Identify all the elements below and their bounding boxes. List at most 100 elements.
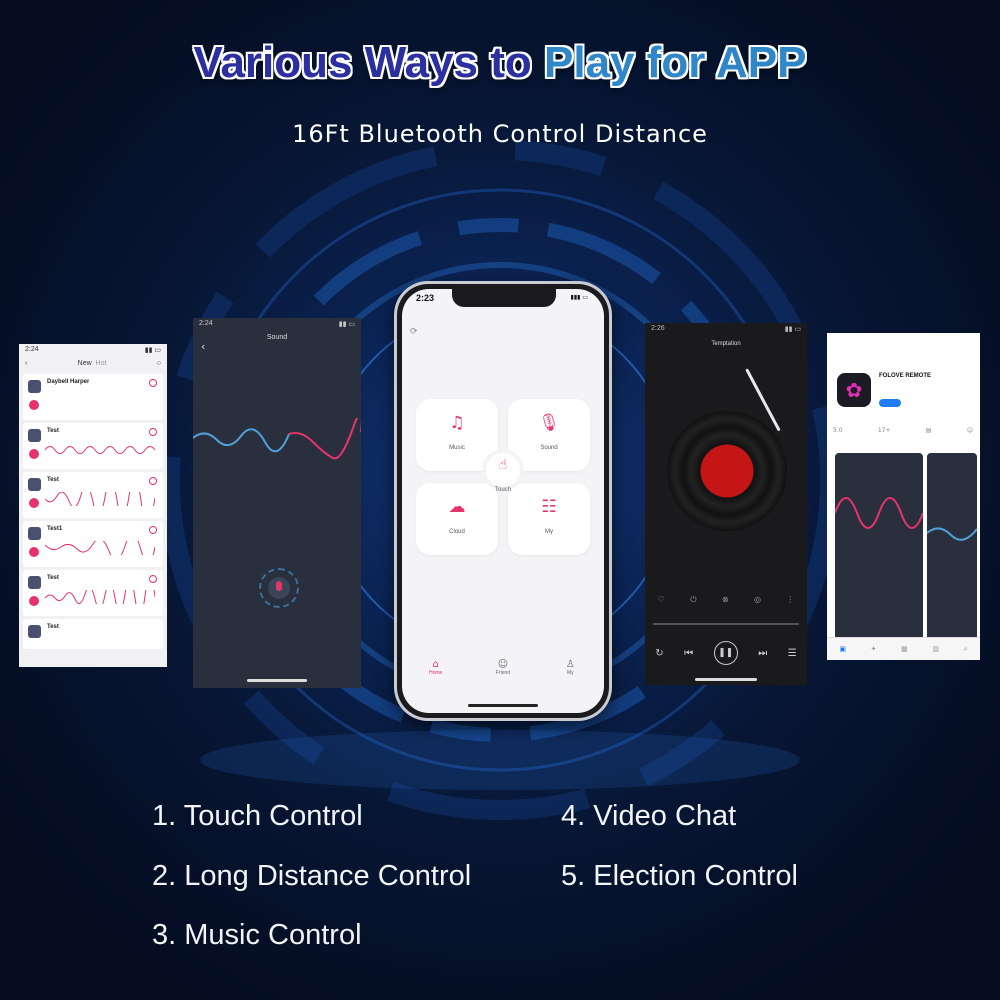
friend-icon: ☺ [497,659,509,670]
profile-icon: ♙ [565,659,575,670]
tile-label: My [545,529,553,535]
playlist-icon[interactable]: ☰ [788,648,797,659]
back-icon[interactable]: ‹ [25,360,27,367]
list-item[interactable]: Test [23,619,163,649]
music-note-icon: ♫ [449,413,465,433]
like-icon[interactable] [149,477,157,485]
chart-icon: ▤ [925,427,932,434]
more-icon[interactable]: ⋮ [786,595,794,605]
today-icon[interactable]: ▣ [839,645,846,653]
pause-button[interactable]: ❚❚ [713,641,738,665]
progress-bar[interactable] [653,623,799,625]
item-name: Daybell Harper [47,379,90,385]
refresh-icon[interactable]: ⟳ [410,327,418,337]
search-icon[interactable]: ⌕ [964,645,968,654]
phone-screen: 2:23 ▮▮▮ ▭ ⟳ ♫ Music 🎙 Sound ☁ Cloud ☷ M… [402,289,604,713]
sliders-icon: ☷ [541,497,557,517]
home-indicator [695,678,757,681]
comment-icon[interactable]: ◎ [754,595,761,605]
touch-button[interactable]: ☝ Touch [486,453,520,493]
signal-icon: ▮▮ ▭ [784,326,801,333]
list-item[interactable]: Test [23,570,163,616]
waveform-icon [45,492,155,506]
arcade-icon[interactable]: ▥ [932,645,939,653]
waveform-icon [45,590,155,604]
pattern-icon [28,527,41,540]
action-row: ♡ ⏻ ⊗ ◎ ⋮ [645,595,807,605]
tile-label: Sound [540,445,558,451]
tab-new[interactable]: New [78,360,92,367]
waveform-icon [45,541,155,555]
play-icon[interactable] [29,596,39,606]
headline: Various Ways to Play for APP [0,38,1000,88]
waveform-icon [927,527,977,541]
subheadline: 16Ft Bluetooth Control Distance [292,120,708,148]
get-button[interactable] [879,399,901,407]
like-icon[interactable] [149,379,157,387]
feature-item: 1. Touch Control [152,800,363,832]
main-phone: 2:23 ▮▮▮ ▭ ⟳ ♫ Music 🎙 Sound ☁ Cloud ☷ M… [394,281,612,721]
heart-icon[interactable]: ♡ [658,595,665,605]
pattern-icon [28,625,41,638]
sound-waveform [193,418,361,460]
home-indicator [468,704,538,707]
app-flower-icon: ✿ [837,373,871,407]
previous-icon[interactable]: ⏮ [684,648,693,659]
song-title: Temptation [711,341,741,347]
mode-icon[interactable]: ⊗ [722,595,729,605]
developer-icon: ☺ [966,427,973,434]
play-icon[interactable] [29,498,39,508]
microphone-button[interactable] [259,568,299,608]
repeat-icon[interactable]: ↻ [655,648,663,659]
touch-hand-icon: ☝ [498,457,508,473]
play-icon[interactable] [29,400,39,410]
signal-icon: ▮▮ ▭ [338,321,355,328]
games-icon[interactable]: ✦ [871,645,877,653]
like-icon[interactable] [149,428,157,436]
like-icon[interactable] [149,526,157,534]
play-icon[interactable] [29,547,39,557]
app-screenshot [835,453,923,643]
headline-part-1: Various Ways to [193,38,545,87]
tab-my[interactable]: ♙ My [545,659,595,699]
tile-cloud[interactable]: ☁ Cloud [416,483,498,555]
search-icon[interactable]: ○ [157,360,161,367]
status-time: 2:24 [199,320,213,327]
microphone-icon: 🎙 [538,413,560,433]
tab-label: Friend [495,670,511,676]
item-name: Test [47,477,59,483]
item-name: Test1 [47,526,63,532]
tile-label: Music [449,445,465,451]
tile-label: Cloud [449,529,465,535]
cloud-icon: ☁ [448,497,466,517]
screen-app-store: ✿ FOLOVE REMOTE 5.0 17+ ▤ ☺ ▣ ✦ ▦ ▥ ⌕ [827,333,980,660]
vinyl-record [667,411,787,531]
tile-sound[interactable]: 🎙 Sound [508,399,590,471]
item-name: Test [47,428,59,434]
like-icon[interactable] [149,575,157,583]
play-icon[interactable] [29,449,39,459]
next-icon[interactable]: ⏭ [758,648,767,659]
playback-controls: ↻ ⏮ ❚❚ ⏭ ☰ [645,641,807,665]
tab-home[interactable]: ⌂ Home [411,659,461,699]
home-icon: ⌂ [432,659,439,670]
tab-hot[interactable]: Hot [96,360,107,367]
feature-item: 2. Long Distance Control [152,860,472,892]
tab-friend[interactable]: ☺ Friend [478,659,528,699]
tile-my[interactable]: ☷ My [508,483,590,555]
bottom-tab-bar: ⌂ Home ☺ Friend ♙ My [402,659,604,699]
signal-icon: ▮▮ ▭ [144,347,161,354]
pattern-icon [28,576,41,589]
apps-icon[interactable]: ▦ [901,645,908,653]
back-icon[interactable]: ‹ [201,340,205,353]
list-item[interactable]: Test1 [23,521,163,567]
list-item[interactable]: Test [23,472,163,518]
age-rating: 17+ [877,427,891,434]
home-indicator [247,679,307,682]
headline-part-2: Play for APP [544,38,807,87]
list-item[interactable]: Daybell Harper [23,374,163,420]
list-item[interactable]: Test [23,423,163,469]
screen-pattern-list: 2:24 ▮▮ ▭ ‹ New Hot ○ Daybell Harper Test… [19,344,167,667]
power-icon[interactable]: ⏻ [690,595,696,605]
screen-music-player: 2:26 ▮▮ ▭ Temptation ♡ ⏻ ⊗ ◎ ⋮ ↻ ⏮ ❚❚ ⏭ ☰ [645,323,807,685]
